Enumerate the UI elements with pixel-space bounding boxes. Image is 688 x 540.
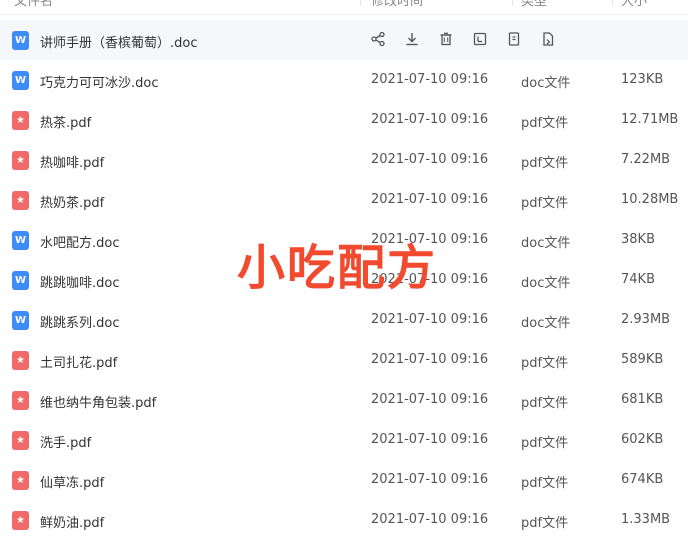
file-name[interactable]: 热奶茶.pdf [40,192,104,211]
column-header-size[interactable]: 大小 [621,0,647,9]
file-size: 2.93MB [621,312,671,327]
pdf-glyph-icon: ★ [16,355,25,366]
file-size: 7.22MB [621,152,671,167]
modified-date: 2021-07-10 09:16 [371,512,489,527]
file-name[interactable]: 讲师手册（香槟葡萄）.doc [40,32,198,51]
file-name[interactable]: 土司扎花.pdf [40,352,117,371]
pdf-file-icon: ★ [12,511,29,530]
file-name[interactable]: 跳跳咖啡.doc [40,272,120,291]
file-type: doc文件 [521,276,571,291]
pdf-glyph-icon: ★ [16,155,25,166]
modified-date: 2021-07-10 09:16 [371,392,489,407]
pdf-file-icon: ★ [12,191,29,210]
file-type: pdf文件 [521,356,569,371]
word-glyph-icon: W [14,315,27,326]
pdf-file-icon: ★ [12,351,29,370]
pdf-file-icon: ★ [12,391,29,410]
file-row[interactable]: ★ 热奶茶.pdf 2021-07-10 09:16 pdf文件 10.28MB [0,180,688,220]
file-size: 589KB [621,352,664,367]
file-size: 74KB [621,272,655,287]
file-size: 681KB [621,392,664,407]
pdf-file-icon: ★ [12,151,29,170]
file-type: doc文件 [521,76,571,91]
file-name[interactable]: 维也纳牛角包装.pdf [40,392,156,411]
file-size: 123KB [621,72,664,87]
file-type: pdf文件 [521,516,569,531]
word-file-icon: W [12,31,29,50]
word-glyph-icon: W [14,75,27,86]
column-divider [360,0,361,6]
file-name[interactable]: 热咖啡.pdf [40,152,104,171]
pdf-file-icon: ★ [12,471,29,490]
file-row[interactable]: ★ 洗手.pdf 2021-07-10 09:16 pdf文件 602KB [0,420,688,460]
modified-date: 2021-07-10 09:16 [371,152,489,167]
file-name[interactable]: 跳跳系列.doc [40,312,120,331]
file-name[interactable]: 仙草冻.pdf [40,472,104,491]
word-glyph-icon: W [14,275,27,286]
file-row[interactable]: W 跳跳系列.doc 2021-07-10 09:16 doc文件 2.93MB [0,300,688,340]
file-type: doc文件 [521,316,571,331]
file-size: 12.71MB [621,112,679,127]
word-file-icon: W [12,271,29,290]
pdf-file-icon: ★ [12,431,29,450]
file-row[interactable]: ★ 仙草冻.pdf 2021-07-10 09:16 pdf文件 674KB [0,460,688,500]
pdf-glyph-icon: ★ [16,115,25,126]
column-divider [512,0,513,6]
pdf-file-icon: ★ [12,111,29,130]
column-header-date[interactable]: 修改时间 [371,0,423,9]
file-type: pdf文件 [521,116,569,131]
pdf-glyph-icon: ★ [16,475,25,486]
word-file-icon: W [12,231,29,250]
file-name[interactable]: 洗手.pdf [40,432,91,451]
file-size: 1.33MB [621,512,671,527]
file-type: pdf文件 [521,396,569,411]
column-divider [612,0,613,6]
file-row[interactable]: ★ 维也纳牛角包装.pdf 2021-07-10 09:16 pdf文件 681KB [0,380,688,420]
file-size: 38KB [621,232,655,247]
sort-arrow-icon[interactable]: ↑ [346,0,357,4]
file-type: doc文件 [521,236,571,251]
download-icon[interactable] [404,31,422,49]
word-glyph-icon: W [14,235,27,246]
move-icon[interactable] [540,31,558,49]
file-size: 10.28MB [621,192,679,207]
overlay-watermark-text: 小吃配方 [237,240,438,296]
column-header-type[interactable]: 类型 [521,0,547,9]
modified-date: 2021-07-10 09:16 [371,72,489,87]
modified-date: 2021-07-10 09:16 [371,432,489,447]
file-row[interactable]: ★ 热茶.pdf 2021-07-10 09:16 pdf文件 12.71MB [0,100,688,140]
modified-date: 2021-07-10 09:16 [371,352,489,367]
word-file-icon: W [12,71,29,90]
file-row[interactable]: ★ 热咖啡.pdf 2021-07-10 09:16 pdf文件 7.22MB [0,140,688,180]
modified-date: 2021-07-10 09:16 [371,312,489,327]
file-type: pdf文件 [521,156,569,171]
pdf-glyph-icon: ★ [16,195,25,206]
file-type: pdf文件 [521,196,569,211]
file-size: 674KB [621,472,664,487]
file-row-hovered[interactable]: W 讲师手册（香槟葡萄）.doc [0,20,688,60]
modified-date: 2021-07-10 09:16 [371,112,489,127]
pdf-glyph-icon: ★ [16,435,25,446]
file-type: pdf文件 [521,476,569,491]
rename-icon[interactable] [472,31,490,49]
column-header-name[interactable]: 文件名 [14,0,53,9]
file-row[interactable]: W 巧克力可可冰沙.doc 2021-07-10 09:16 doc文件 123KB [0,60,688,100]
modified-date: 2021-07-10 09:16 [371,472,489,487]
file-name[interactable]: 鲜奶油.pdf [40,512,104,531]
file-list-header: 文件名 ↑ 修改时间 类型 大小 [0,0,688,15]
file-name[interactable]: 水吧配方.doc [40,232,120,251]
file-type: pdf文件 [521,436,569,451]
copy-icon[interactable] [506,31,524,49]
share-icon[interactable] [370,31,388,49]
file-name[interactable]: 热茶.pdf [40,112,91,131]
delete-icon[interactable] [438,31,456,49]
modified-date: 2021-07-10 09:16 [371,192,489,207]
file-size: 602KB [621,432,664,447]
file-row[interactable]: ★ 鲜奶油.pdf 2021-07-10 09:16 pdf文件 1.33MB [0,500,688,540]
pdf-glyph-icon: ★ [16,515,25,526]
file-row[interactable]: ★ 土司扎花.pdf 2021-07-10 09:16 pdf文件 589KB [0,340,688,380]
file-name[interactable]: 巧克力可可冰沙.doc [40,72,159,91]
word-file-icon: W [12,311,29,330]
pdf-glyph-icon: ★ [16,395,25,406]
